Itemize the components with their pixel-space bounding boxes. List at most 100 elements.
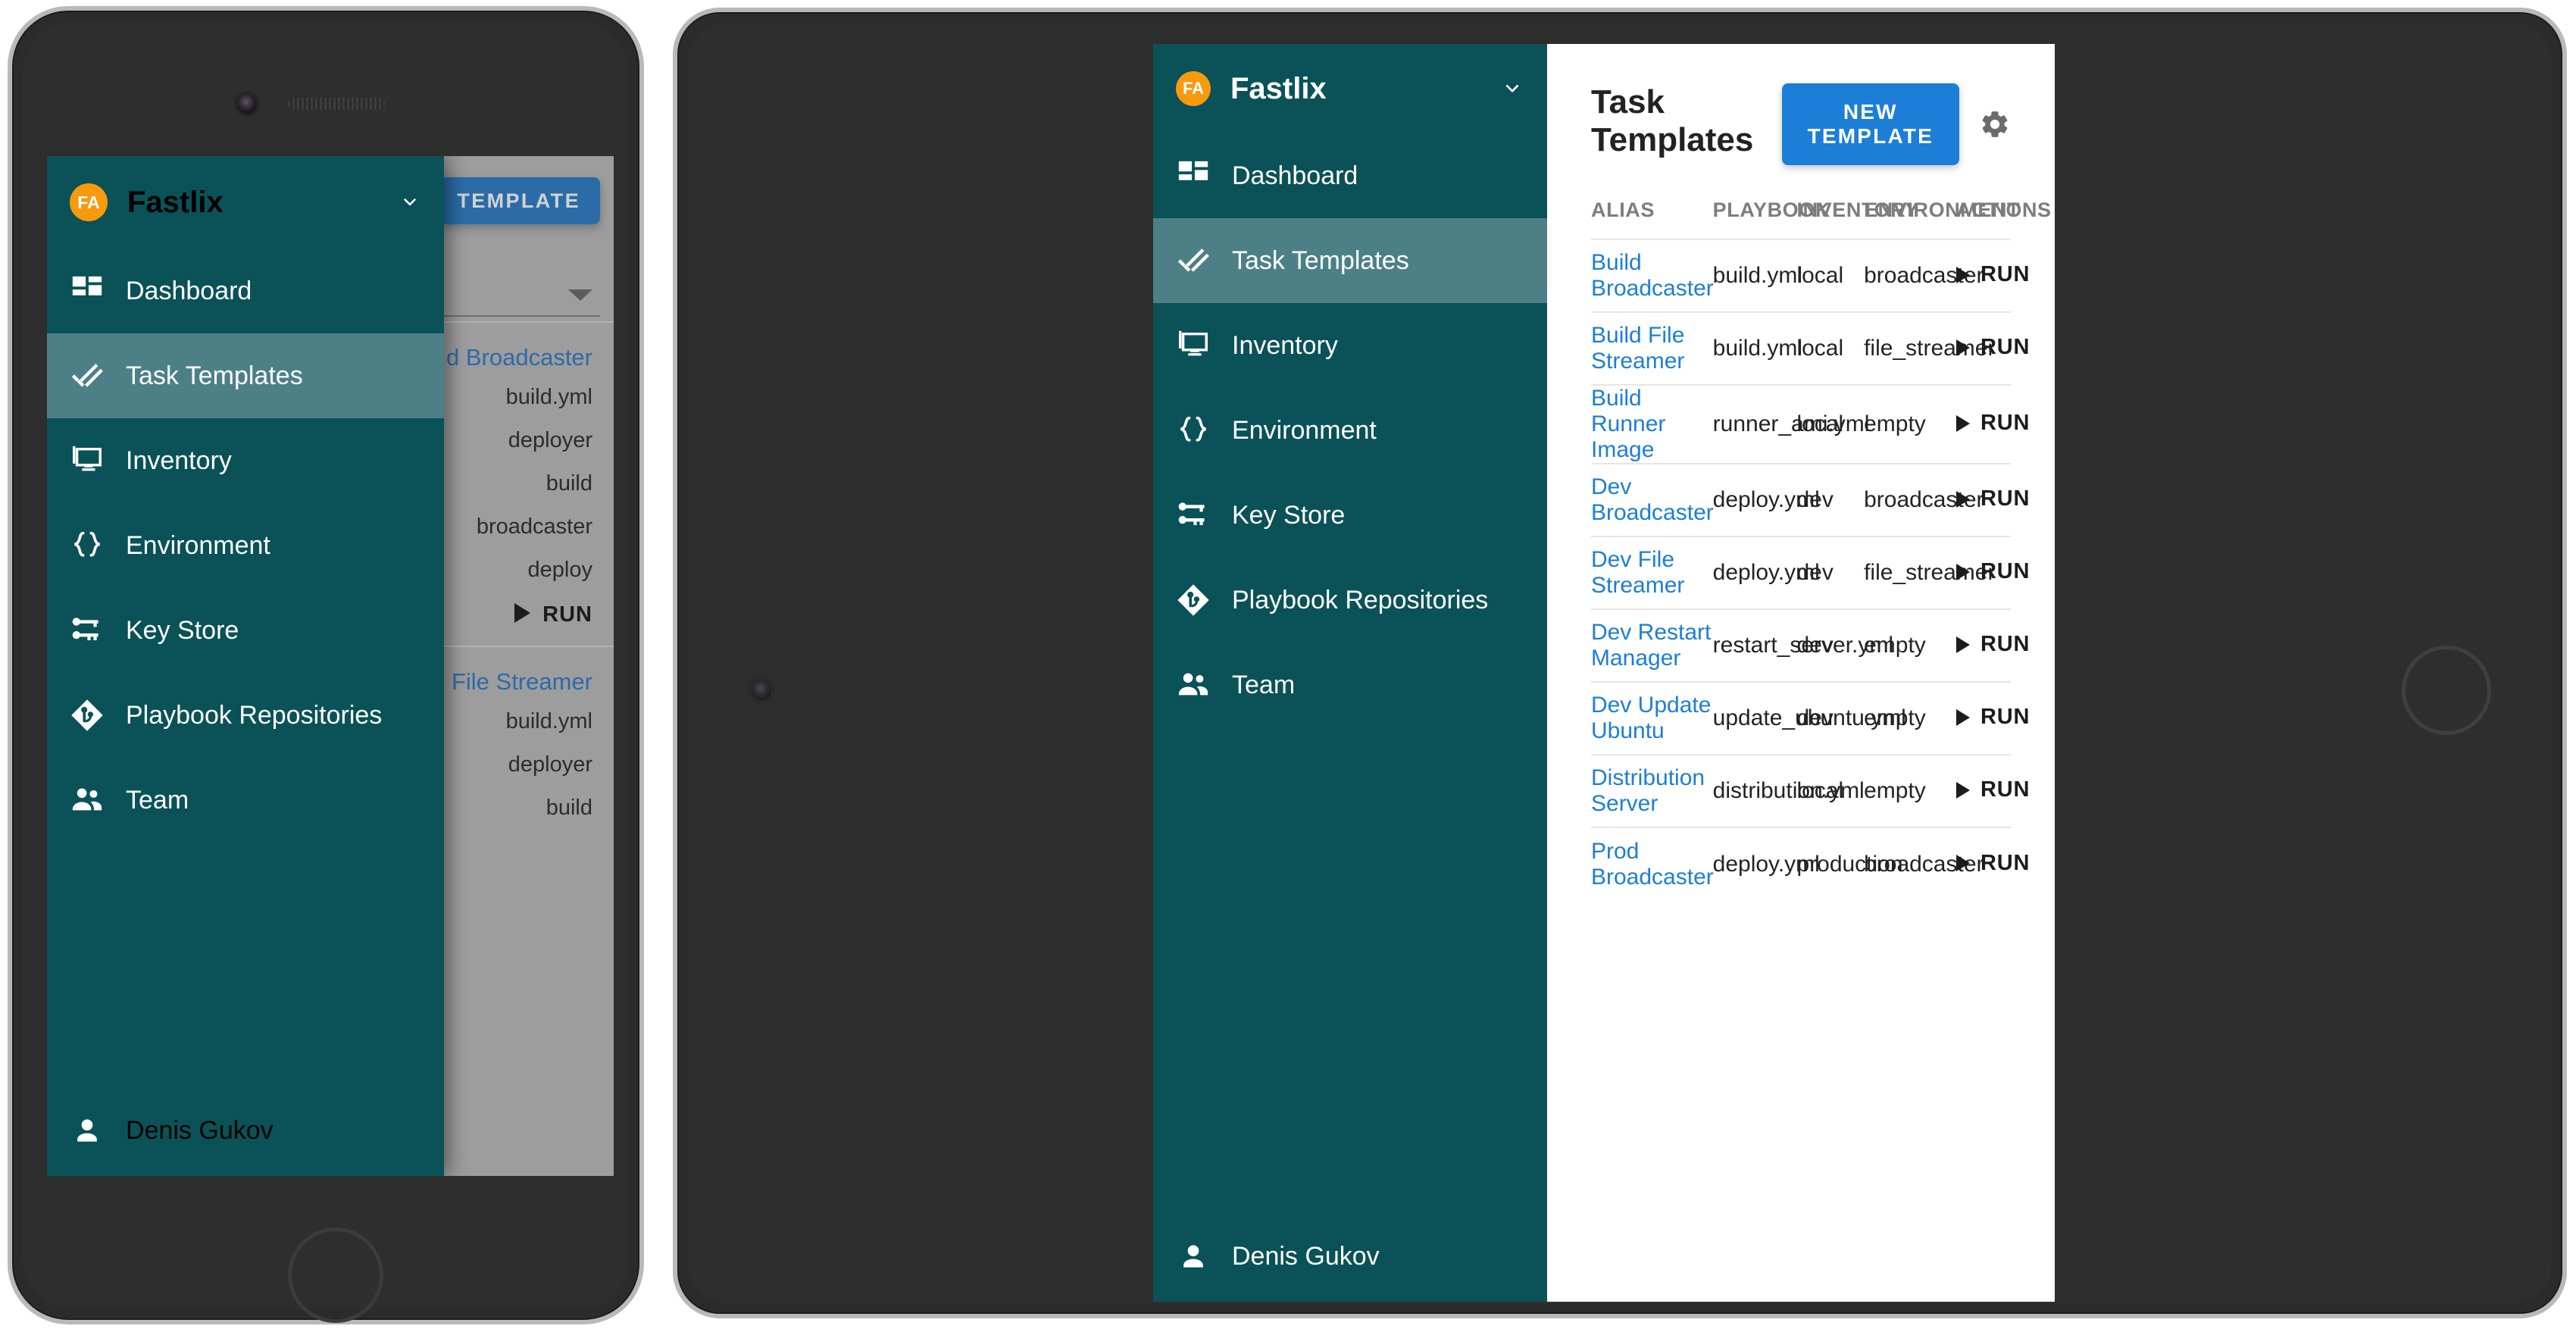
- play-triangle-icon: [1955, 781, 1970, 799]
- tablet-sidebar-item-environment[interactable]: Environment: [1153, 388, 1547, 473]
- cell-alias: Distribution Server: [1591, 755, 1713, 827]
- run-button[interactable]: RUN: [1955, 486, 2030, 511]
- run-label: RUN: [1980, 335, 2030, 360]
- run-button[interactable]: RUN: [1955, 262, 2030, 287]
- column-header-environment: ENVIRONMENT: [1864, 199, 2021, 221]
- run-button[interactable]: RUN: [1955, 411, 2030, 436]
- run-button[interactable]: RUN: [1955, 559, 2030, 584]
- table-row: Dev Update Ubuntu update_ubuntu.yml dev emp…: [1591, 682, 2029, 755]
- cell-environment: empty: [1864, 411, 1926, 436]
- sidebar-item-label: Dashboard: [1232, 161, 1358, 190]
- cell-playbook: update_ubuntu.yml: [1712, 705, 1906, 730]
- phone-sidebar-item-key-store[interactable]: Key Store: [47, 588, 444, 673]
- tablet-user-row[interactable]: Denis Gukov: [1153, 1211, 1547, 1302]
- template-alias-link[interactable]: Dev Broadcaster: [1591, 474, 1714, 525]
- cell-environment: empty: [1864, 778, 1926, 803]
- table-row: Dev Broadcaster deploy.yml dev broadcaster R…: [1591, 464, 2029, 536]
- template-alias-link[interactable]: Dev Restart Manager: [1591, 620, 1711, 671]
- cell-environment: broadcaster: [1864, 263, 1984, 288]
- play-triangle-icon: [1955, 708, 1970, 726]
- run-label: RUN: [1980, 486, 2030, 511]
- phone-new-template-button[interactable]: TEMPLATE: [437, 177, 600, 224]
- phone-sidebar-item-environment[interactable]: Environment: [47, 503, 444, 588]
- tablet-sidebar-item-inventory[interactable]: Inventory: [1153, 303, 1547, 388]
- column-header-actions: ACTIONS: [1955, 199, 2052, 221]
- template-alias-link[interactable]: Dev Update Ubuntu: [1591, 693, 1711, 743]
- run-button[interactable]: RUN: [1955, 335, 2030, 360]
- cell-playbook: build.yml: [1712, 263, 1803, 288]
- template-alias-link[interactable]: Build Runner Image: [1591, 386, 1665, 462]
- phone-speaker-grille: [288, 98, 385, 110]
- template-alias-link[interactable]: Build File Streamer: [1591, 323, 1684, 374]
- tablet-brand-header[interactable]: FA Fastlix: [1153, 44, 1547, 133]
- table-row: Prod Broadcaster deploy.yml production broa…: [1591, 827, 2029, 900]
- column-header-inventory: INVENTORY: [1796, 199, 1919, 221]
- double-check-icon: [70, 358, 105, 393]
- main-panel: Task Templates NEW TEMPLATE ALIAS PLAYBOO…: [1547, 44, 2055, 1302]
- table-row: Dev Restart Manager restart_server.yml dev…: [1591, 609, 2029, 682]
- sidebar-item-label: Environment: [1232, 415, 1377, 445]
- tablet-sidebar: FA Fastlix Dashboard Task Templates Invent…: [1153, 44, 1547, 1302]
- cell-actions: RUN: [1955, 536, 2029, 609]
- template-alias-link[interactable]: Prod Broadcaster: [1591, 839, 1714, 890]
- phone-camera-icon: [237, 94, 257, 114]
- cell-playbook: runner_ami.yml: [1712, 411, 1870, 436]
- run-label: RUN: [1980, 850, 2030, 875]
- people-icon: [1176, 668, 1211, 702]
- tablet-sidebar-item-dashboard[interactable]: Dashboard: [1153, 133, 1547, 218]
- chevron-down-icon[interactable]: [1500, 75, 1524, 103]
- run-button[interactable]: RUN: [1955, 850, 2030, 876]
- tablet-sidebar-item-task-templates[interactable]: Task Templates: [1153, 218, 1547, 303]
- template-alias-link[interactable]: Build Broadcaster: [1591, 250, 1714, 301]
- tablet-sidebar-nav: Dashboard Task Templates Inventory Environm…: [1153, 133, 1547, 727]
- play-triangle-icon: [1955, 339, 1970, 356]
- tablet-user-name: Denis Gukov: [1232, 1241, 1380, 1271]
- run-label: RUN: [1980, 632, 2030, 657]
- phone-screen: TEMPLATE d Broadcaster build.yml deploye…: [47, 156, 614, 1176]
- phone-sidebar-item-team[interactable]: Team: [47, 758, 444, 843]
- sidebar-item-label: Environment: [126, 530, 270, 560]
- cell-inventory: production: [1796, 851, 1903, 877]
- sidebar-item-label: Dashboard: [126, 276, 252, 305]
- new-template-button[interactable]: NEW TEMPLATE: [1781, 83, 1959, 165]
- table-body: Build Broadcaster build.yml local broadcast…: [1591, 239, 2029, 900]
- tablet-sidebar-item-playbook-repositories[interactable]: Playbook Repositories: [1153, 558, 1547, 643]
- run-button[interactable]: RUN: [1955, 632, 2030, 657]
- phone-user-row[interactable]: Denis Gukov: [47, 1085, 444, 1176]
- phone-sidebar-item-task-templates[interactable]: Task Templates: [47, 333, 444, 418]
- cell-actions: RUN: [1955, 239, 2029, 312]
- sidebar-item-label: Task Templates: [126, 361, 303, 390]
- cell-playbook: deploy.yml: [1712, 851, 1820, 877]
- phone-sidebar-item-dashboard[interactable]: Dashboard: [47, 249, 444, 333]
- brand-avatar: FA: [70, 183, 108, 221]
- cell-inventory: local: [1796, 336, 1844, 361]
- cell-environment: empty: [1864, 633, 1926, 658]
- run-button[interactable]: RUN: [1955, 705, 2030, 730]
- tablet-home-button[interactable]: [2402, 646, 2491, 735]
- tablet-sidebar-item-team[interactable]: Team: [1153, 643, 1547, 727]
- key-icon: [70, 613, 105, 648]
- cell-alias: Dev File Streamer: [1591, 536, 1713, 609]
- phone-sidebar-item-inventory[interactable]: Inventory: [47, 418, 444, 503]
- cell-playbook: build.yml: [1712, 336, 1803, 361]
- people-icon: [70, 783, 105, 818]
- chevron-down-icon[interactable]: [399, 189, 421, 216]
- cell-alias: Build Runner Image: [1591, 385, 1713, 464]
- run-label: RUN: [1980, 262, 2030, 287]
- cell-inventory: dev: [1796, 487, 1834, 512]
- run-button[interactable]: RUN: [1955, 777, 2030, 802]
- screenshot-stage: TEMPLATE d Broadcaster build.yml deploye…: [0, 0, 2576, 1329]
- cell-alias: Dev Update Ubuntu: [1591, 682, 1713, 755]
- cell-actions: RUN: [1955, 464, 2029, 536]
- template-alias-link[interactable]: Distribution Server: [1591, 765, 1705, 816]
- phone-brand-header[interactable]: FA Fastlix: [47, 156, 444, 249]
- page-title: Task Templates: [1591, 83, 1754, 158]
- phone-sidebar-item-playbook-repositories[interactable]: Playbook Repositories: [47, 673, 444, 758]
- tablet-sidebar-item-key-store[interactable]: Key Store: [1153, 473, 1547, 558]
- phone-home-button[interactable]: [288, 1227, 383, 1323]
- sidebar-item-label: Team: [1232, 670, 1296, 699]
- template-alias-link[interactable]: Dev File Streamer: [1591, 547, 1684, 598]
- play-triangle-icon: [1955, 563, 1970, 580]
- gear-icon[interactable]: [1979, 108, 2011, 140]
